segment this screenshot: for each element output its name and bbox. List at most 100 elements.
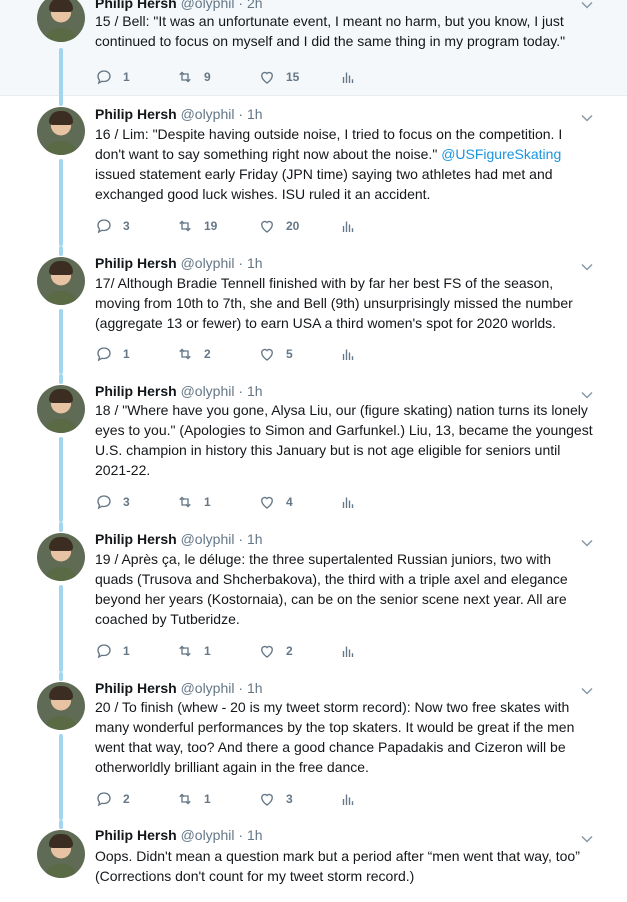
reply-icon — [97, 792, 111, 807]
thread-connector — [59, 374, 63, 384]
chevron-down-icon[interactable] — [581, 260, 593, 272]
reply-icon — [97, 70, 111, 85]
retweet-icon — [179, 496, 191, 508]
retweet-button[interactable]: 1 — [176, 492, 211, 512]
chevron-down-icon[interactable] — [581, 388, 593, 400]
author-handle[interactable]: @olyphil — [181, 106, 235, 122]
like-button[interactable]: 5 — [258, 344, 293, 364]
analytics-button[interactable] — [339, 216, 357, 236]
reply-count: 3 — [123, 219, 130, 233]
retweet-count: 1 — [204, 644, 211, 658]
tweet-text: 18 / "Where have you gone, Alysa Liu, ou… — [95, 402, 593, 478]
tweet-thread: Philip Hersh @olyphil · 2h 15 / Bell: "I… — [0, 0, 627, 902]
author-handle[interactable]: @olyphil — [181, 827, 235, 843]
analytics-button[interactable] — [339, 492, 357, 512]
chevron-down-icon[interactable] — [581, 536, 593, 548]
retweet-icon — [179, 348, 191, 360]
tweet-time[interactable]: 1h — [247, 106, 263, 122]
author-handle[interactable]: @olyphil — [181, 680, 235, 696]
tweet-actions: 3 1 4 — [95, 492, 395, 512]
like-icon — [261, 220, 273, 233]
tweet-21[interactable]: Philip Hersh @olyphil · 1h Oops. Didn't … — [0, 820, 627, 902]
reply-button[interactable]: 3 — [95, 492, 130, 512]
analytics-button[interactable] — [339, 789, 357, 809]
retweet-button[interactable]: 1 — [176, 789, 211, 809]
tweet-actions: 3 19 20 — [95, 216, 395, 236]
author-name[interactable]: Philip Hersh — [95, 827, 177, 843]
tweet-actions: 1 1 2 — [95, 641, 395, 661]
retweet-button[interactable]: 19 — [176, 216, 217, 236]
tweet-actions: 2 1 3 — [95, 789, 395, 809]
tweet-19[interactable]: Philip Hersh @olyphil · 1h 19 / Après ça… — [0, 522, 627, 672]
analytics-icon — [342, 646, 354, 657]
like-button[interactable]: 2 — [258, 641, 293, 661]
retweet-icon — [179, 71, 191, 83]
retweet-button[interactable]: 1 — [176, 641, 211, 661]
author-name[interactable]: Philip Hersh — [95, 680, 177, 696]
avatar[interactable] — [37, 257, 85, 305]
avatar[interactable] — [37, 0, 85, 42]
tweet-actions: 1 2 5 — [95, 344, 395, 364]
tweet-18[interactable]: Philip Hersh @olyphil · 1h 18 / "Where h… — [0, 374, 627, 522]
avatar[interactable] — [37, 107, 85, 155]
chevron-down-icon[interactable] — [581, 0, 593, 10]
like-button[interactable]: 4 — [258, 492, 293, 512]
chevron-down-icon[interactable] — [581, 111, 593, 123]
author-handle[interactable]: @olyphil — [181, 255, 235, 271]
avatar[interactable] — [37, 533, 85, 581]
retweet-button[interactable]: 9 — [176, 67, 211, 87]
like-button[interactable]: 20 — [258, 216, 299, 236]
avatar[interactable] — [37, 385, 85, 433]
chevron-down-icon[interactable] — [581, 684, 593, 696]
thread-connector — [59, 159, 63, 246]
analytics-button[interactable] — [339, 67, 357, 87]
tweet-20[interactable]: Philip Hersh @olyphil · 1h 20 / To finis… — [0, 672, 627, 820]
author-name[interactable]: Philip Hersh — [95, 383, 177, 399]
tweet-header: Philip Hersh @olyphil · 1h — [95, 255, 263, 271]
reply-button[interactable]: 1 — [95, 641, 130, 661]
thread-connector — [59, 437, 63, 522]
tweet-text: 17/ Although Bradie Tennell finished wit… — [95, 275, 573, 331]
thread-connector — [59, 585, 63, 672]
retweet-count: 19 — [204, 219, 218, 233]
avatar[interactable] — [37, 830, 85, 878]
reply-button[interactable]: 1 — [95, 67, 130, 87]
author-handle[interactable]: @olyphil — [181, 531, 235, 547]
reply-button[interactable]: 1 — [95, 344, 130, 364]
like-count: 5 — [286, 347, 293, 361]
chevron-down-icon[interactable] — [581, 832, 593, 844]
tweet-time[interactable]: 1h — [247, 383, 263, 399]
retweet-button[interactable]: 2 — [176, 344, 211, 364]
reply-button[interactable]: 3 — [95, 216, 130, 236]
reply-button[interactable]: 2 — [95, 789, 130, 809]
avatar[interactable] — [37, 682, 85, 730]
author-name[interactable]: Philip Hersh — [95, 106, 177, 122]
tweet-15[interactable]: Philip Hersh @olyphil · 2h 15 / Bell: "I… — [0, 0, 627, 96]
tweet-text: 15 / Bell: "It was an unfortunate event,… — [95, 13, 566, 49]
like-button[interactable]: 15 — [258, 67, 299, 87]
tweet-time[interactable]: 2h — [247, 0, 263, 11]
like-count: 20 — [286, 219, 300, 233]
analytics-icon — [342, 72, 354, 83]
tweet-header: Philip Hersh @olyphil · 1h — [95, 680, 263, 696]
tweet-time[interactable]: 1h — [247, 531, 263, 547]
tweet-header: Philip Hersh @olyphil · 1h — [95, 531, 263, 547]
tweet-time[interactable]: 1h — [247, 680, 263, 696]
reply-count: 1 — [123, 347, 130, 361]
author-name[interactable]: Philip Hersh — [95, 531, 177, 547]
like-button[interactable]: 3 — [258, 789, 293, 809]
tweet-17[interactable]: Philip Hersh @olyphil · 1h 17/ Although … — [0, 246, 627, 374]
author-name[interactable]: Philip Hersh — [95, 255, 177, 271]
author-name[interactable]: Philip Hersh — [95, 0, 177, 11]
tweet-time[interactable]: 1h — [247, 255, 263, 271]
mention-link[interactable]: @USFigureSkating — [441, 146, 561, 162]
author-handle[interactable]: @olyphil — [181, 383, 235, 399]
reply-count: 1 — [123, 70, 130, 84]
author-handle[interactable]: @olyphil — [181, 0, 235, 11]
tweet-header: Philip Hersh @olyphil · 1h — [95, 383, 263, 399]
tweet-time[interactable]: 1h — [247, 827, 263, 843]
analytics-button[interactable] — [339, 344, 357, 364]
analytics-button[interactable] — [339, 641, 357, 661]
tweet-16[interactable]: Philip Hersh @olyphil · 1h 16 / Lim: "De… — [0, 94, 627, 246]
reply-count: 2 — [123, 792, 130, 806]
